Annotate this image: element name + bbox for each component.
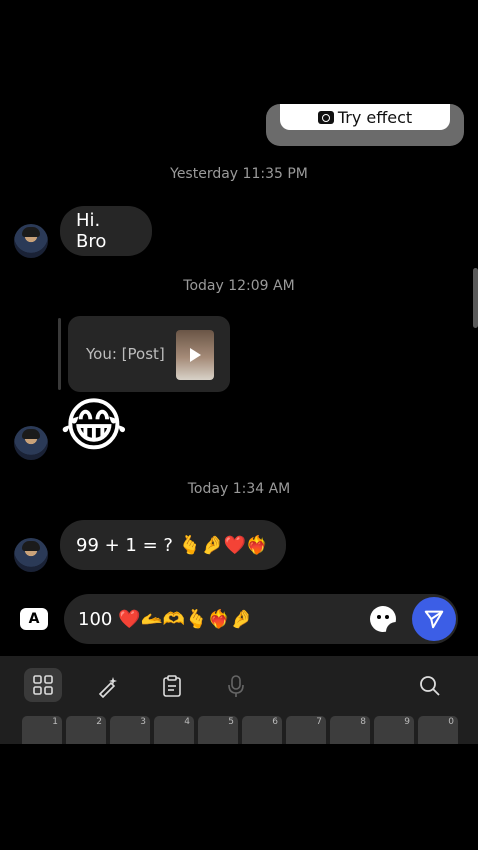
- post-thumbnail[interactable]: [176, 330, 214, 380]
- scroll-indicator[interactable]: [473, 268, 478, 328]
- keyboard-key[interactable]: 0: [418, 716, 458, 744]
- keyboard-key[interactable]: 8: [330, 716, 370, 744]
- reply-bar: [58, 318, 61, 390]
- voice-input-button[interactable]: [218, 670, 254, 702]
- avatar[interactable]: [14, 538, 48, 572]
- message-composer: A 100 ❤️🫴🫶🫰❤️‍🔥🤌: [0, 594, 478, 644]
- message-input[interactable]: 100 ❤️🫴🫶🫰❤️‍🔥🤌: [64, 594, 458, 644]
- send-icon: [424, 610, 444, 629]
- shared-post-label: You: [Post]: [86, 345, 165, 363]
- keyboard-key[interactable]: 9: [374, 716, 414, 744]
- avatar[interactable]: [14, 426, 48, 460]
- try-effect-button[interactable]: Try effect: [280, 104, 450, 130]
- keyboard-key[interactable]: 2: [66, 716, 106, 744]
- keyboard-key[interactable]: 5: [198, 716, 238, 744]
- grid-icon: [33, 675, 53, 695]
- sticker-icon[interactable]: [370, 606, 396, 632]
- magic-pen-icon: [98, 677, 117, 698]
- keyboard-key[interactable]: 1: [22, 716, 62, 744]
- keyboard-switch-button[interactable]: A: [20, 608, 48, 630]
- keyboard-key[interactable]: 6: [242, 716, 282, 744]
- clipboard-icon: [163, 675, 181, 697]
- emoji-message[interactable]: 😂: [60, 396, 128, 454]
- keyboard-key[interactable]: 4: [154, 716, 194, 744]
- try-effect-card[interactable]: Try effect: [266, 104, 464, 146]
- microphone-icon: [228, 675, 244, 697]
- message-input-value: 100 ❤️🫴🫶🫰❤️‍🔥🤌: [78, 608, 253, 630]
- keyboard-key[interactable]: 7: [286, 716, 326, 744]
- message-bubble[interactable]: Hi. Bro: [60, 206, 152, 256]
- camera-icon: [317, 110, 334, 124]
- play-icon: [190, 348, 201, 362]
- message-bubble[interactable]: 99 + 1 = ? 🫰🤌❤️❤️‍🔥: [60, 520, 286, 570]
- search-button[interactable]: [412, 670, 448, 702]
- try-effect-label: Try effect: [337, 107, 413, 127]
- keyboard: 1 2 3 4 5 6 7 8 9 0: [0, 656, 478, 744]
- message-text: Hi. Bro: [76, 210, 107, 252]
- avatar[interactable]: [14, 224, 48, 258]
- send-button[interactable]: [412, 597, 456, 641]
- timestamp: Today 12:09 AM: [183, 278, 295, 294]
- clipboard-button[interactable]: [154, 670, 190, 702]
- search-icon: [420, 676, 440, 696]
- keyboard-key-row: 1 2 3 4 5 6 7 8 9 0: [20, 716, 462, 744]
- apps-grid-button[interactable]: [24, 668, 62, 702]
- magic-pen-button[interactable]: [90, 670, 126, 702]
- timestamp: Today 1:34 AM: [187, 481, 291, 497]
- timestamp: Yesterday 11:35 PM: [170, 166, 308, 182]
- keyboard-key[interactable]: 3: [110, 716, 150, 744]
- shared-post-bubble[interactable]: You: [Post]: [68, 316, 230, 392]
- message-text: 99 + 1 = ? 🫰🤌❤️❤️‍🔥: [76, 534, 269, 556]
